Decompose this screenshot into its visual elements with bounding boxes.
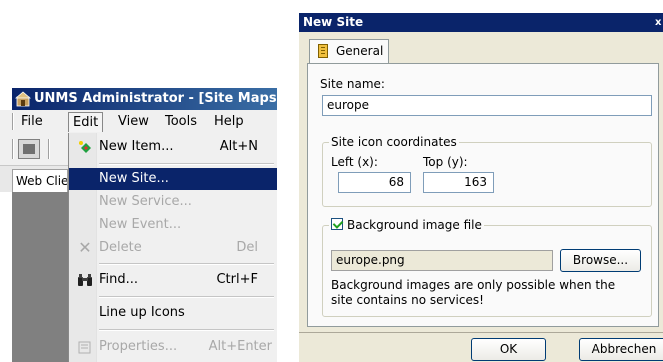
menu-item-line-up-icons[interactable]: Line up Icons [69,302,277,324]
app-title: UNMS Administrator - [Site Maps] [34,91,277,106]
menu-item-label: New Service... [99,194,192,209]
dialog-divider [299,332,663,333]
background-image-checkbox[interactable] [331,218,343,230]
app-logo-icon [14,91,32,107]
menu-view[interactable]: View [114,112,153,132]
menu-item-new-site[interactable]: New Site... [69,168,277,190]
menu-separator [99,163,274,165]
toolbar [0,133,68,165]
background-image-checkbox-label: Background image file [347,218,482,232]
top-y-input[interactable]: 163 [423,172,494,193]
menu-separator [99,263,274,265]
dialog-title: New Site [303,15,364,29]
menu-item-label: New Site... [99,171,169,186]
menu-tools[interactable]: Tools [161,112,201,132]
background-note-text: Background images are only possible when… [331,278,616,307]
document-icon [318,44,328,58]
edit-dropdown-menu: New Item... Alt+N New Site... New Servic… [68,133,277,362]
new-site-dialog: New Site x General Site name: europe Sit… [299,13,663,362]
menu-item-shortcut: Ctrl+F [216,272,258,287]
menu-file[interactable]: File [17,112,47,132]
menu-separator [99,296,274,298]
tab-general[interactable]: General [309,39,389,63]
site-name-input[interactable]: europe [322,95,652,116]
menu-item-properties: Properties... Alt+Enter [69,336,277,358]
delete-icon: ✕ [78,238,92,257]
top-y-label: Top (y): [423,155,468,169]
menu-item-label: Line up Icons [99,305,185,320]
menu-item-find[interactable]: Find... Ctrl+F [69,269,277,291]
cancel-button[interactable]: Abbrechen [579,338,663,361]
unms-admin-window: UNMS Administrator - [Site Maps] File Ed… [0,88,277,362]
menu-item-label: Find... [99,272,139,287]
menu-item-new-event: New Event... [69,214,277,236]
properties-icon [77,339,93,355]
app-title-bar[interactable]: UNMS Administrator - [Site Maps] [12,88,277,110]
close-icon[interactable]: x [655,15,663,30]
menu-bar: File Edit View Tools Help [0,110,277,133]
toolbar-separator [48,139,50,159]
left-x-label: Left (x): [331,155,378,169]
menu-item-label: New Item... [99,139,174,154]
background-file-input[interactable]: europe.png [331,250,553,271]
menu-separator [99,329,274,331]
menu-item-shortcut: Alt+Enter [208,339,272,354]
menu-edit[interactable]: Edit [68,112,104,132]
document-tab-strip: Web Client [0,165,68,193]
menu-item-new-service: New Service... [69,191,277,213]
background-image-group: Background image file europe.png Browse.… [322,218,652,317]
toolbar-grip [12,139,14,159]
menubar-grip [12,113,14,130]
new-item-icon [77,139,93,155]
menu-item-new-item[interactable]: New Item... Alt+N [69,136,277,158]
menu-help[interactable]: Help [210,112,248,132]
icon-coordinates-group: Site icon coordinates Left (x): Top (y):… [322,135,652,207]
toolbar-button[interactable] [18,139,40,159]
menu-item-shortcut: Alt+N [219,139,258,154]
tab-web-client[interactable]: Web Client [12,169,68,193]
site-map-canvas[interactable] [12,192,68,362]
menu-item-label: Properties... [99,339,178,354]
menu-item-label: New Event... [99,217,182,232]
menu-item-delete: ✕ Delete Del [69,237,277,259]
binoculars-icon [77,272,93,288]
browse-button[interactable]: Browse... [560,249,641,272]
background-image-group-title[interactable]: Background image file [329,218,484,232]
menu-item-label: Delete [99,240,142,255]
site-name-label: Site name: [320,77,385,91]
dialog-title-bar[interactable]: New Site x [299,13,663,32]
general-tab-panel: Site name: europe Site icon coordinates … [307,63,659,327]
icon-coordinates-group-title: Site icon coordinates [329,135,459,149]
menu-item-shortcut: Del [236,240,258,255]
left-x-input[interactable]: 68 [338,172,411,193]
ok-button[interactable]: OK [471,338,546,361]
tab-general-label: General [336,44,384,58]
